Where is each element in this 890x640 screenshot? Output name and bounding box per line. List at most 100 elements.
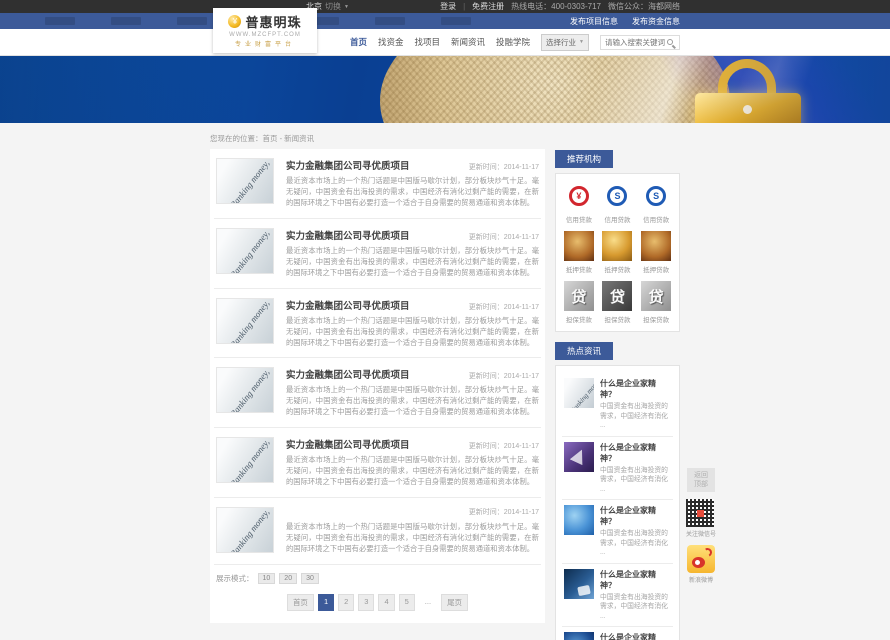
- news-thumbnail[interactable]: Banking money,: [216, 228, 274, 274]
- chevron-down-icon: ▼: [579, 39, 584, 45]
- news-thumbnail[interactable]: Banking money,: [216, 437, 274, 483]
- gold-coins-photo: [602, 231, 632, 261]
- hot-news-title-link[interactable]: 什么是企业家精神？: [600, 569, 671, 591]
- search-icon[interactable]: [667, 39, 673, 45]
- pagination-page-3[interactable]: 3: [358, 594, 374, 611]
- hot-news-title-link[interactable]: 什么是企业家精神？: [600, 378, 671, 400]
- search-input[interactable]: [605, 38, 667, 47]
- display-mode-label: 展示模式：: [216, 573, 254, 584]
- back-to-top-button[interactable]: 返回 顶部: [687, 468, 715, 492]
- news-thumbnail[interactable]: Banking money,: [216, 507, 274, 553]
- display-mode-30-button[interactable]: 30: [301, 573, 319, 584]
- org-item[interactable]: 贷 担保贷款: [639, 281, 673, 324]
- logo-slogan: 专业财富平台: [219, 39, 311, 48]
- news-item: Banking money, 实力金融集团公司寻优质项目 更新时间：2014-1…: [214, 358, 541, 428]
- city-switch-link[interactable]: 切换: [325, 1, 341, 12]
- hot-news-title-link[interactable]: 什么是企业家精神？: [600, 632, 671, 640]
- pagination-page-2[interactable]: 2: [338, 594, 354, 611]
- news-item: Banking money, 实力金融集团公司寻优质项目 更新时间：2014-1…: [214, 149, 541, 219]
- hot-news-thumbnail[interactable]: [564, 505, 594, 535]
- hot-news-thumbnail[interactable]: Banking money,: [564, 378, 594, 408]
- news-excerpt: 最近资本市场上的一个热门话题是中国版马歇尔计划，部分板块炒气十足。毫无疑问，中国…: [286, 385, 539, 418]
- org-caption: 担保贷款: [562, 314, 596, 324]
- weibo-signal-arc: [702, 547, 713, 558]
- org-item[interactable]: 抵押贷款: [601, 231, 635, 274]
- loan-character-image: 贷: [641, 281, 671, 311]
- qr-caption: 关注微信号: [686, 529, 716, 538]
- wechat-qr-code: [686, 499, 714, 527]
- news-title-link[interactable]: 实力金融集团公司寻优质项目: [286, 367, 410, 381]
- register-link[interactable]: 免费注册: [472, 1, 504, 12]
- pagination-page-5[interactable]: 5: [399, 594, 415, 611]
- news-title-link[interactable]: 实力金融集团公司寻优质项目: [286, 437, 410, 451]
- site-logo[interactable]: ¥ 普惠明珠 WWW.MZCFPT.COM 专业财富平台: [213, 8, 317, 53]
- bluebar-menu-chip[interactable]: [45, 17, 75, 25]
- loan-character-image: 贷: [602, 281, 632, 311]
- org-item[interactable]: ¥ 信用贷款: [562, 181, 596, 224]
- breadcrumb-home-link[interactable]: 首页: [263, 134, 278, 143]
- org-item[interactable]: 贷 担保贷款: [562, 281, 596, 324]
- news-date: 更新时间：2014-11-17: [469, 162, 539, 172]
- recommended-orgs-header: 推荐机构: [555, 150, 613, 168]
- bluebar-menu-chip[interactable]: [177, 17, 207, 25]
- pagination-page-4[interactable]: 4: [378, 594, 394, 611]
- publish-project-link[interactable]: 发布项目信息: [570, 16, 618, 27]
- industry-select[interactable]: 选择行业 ▼: [541, 34, 589, 51]
- org-item[interactable]: 抵押贷款: [639, 231, 673, 274]
- org-item[interactable]: 贷 担保贷款: [601, 281, 635, 324]
- news-title-link[interactable]: 实力金融集团公司寻优质项目: [286, 298, 410, 312]
- news-title-link[interactable]: 实力金融集团公司寻优质项目: [286, 158, 410, 172]
- hot-news-item: 什么是企业家精神？ 中国资金有出海投资的需求，中国经济有消化 ...: [562, 564, 673, 628]
- pagination-page-1[interactable]: 1: [318, 594, 334, 611]
- nav-item-find-funds[interactable]: 找资金: [378, 36, 404, 48]
- weibo-eye: [692, 557, 705, 568]
- org-item[interactable]: S 信用贷款: [639, 181, 673, 224]
- nav-item-find-projects[interactable]: 找项目: [415, 36, 441, 48]
- nav-item-academy[interactable]: 投融学院: [496, 36, 530, 48]
- news-thumbnail[interactable]: Banking money,: [216, 298, 274, 344]
- news-title-link[interactable]: 实力金融集团公司寻优质项目: [286, 228, 410, 242]
- display-mode-20-button[interactable]: 20: [279, 573, 297, 584]
- publish-fund-link[interactable]: 发布资金信息: [632, 16, 680, 27]
- org-caption: 抵押贷款: [639, 264, 673, 274]
- news-thumbnail[interactable]: Banking money,: [216, 367, 274, 413]
- bluebar-menu-chip[interactable]: [441, 17, 471, 25]
- nav-item-home[interactable]: 首页: [350, 36, 367, 48]
- news-excerpt: 最近资本市场上的一个热门话题是中国版马歇尔计划，部分板块炒气十足。毫无疑问，中国…: [286, 522, 539, 555]
- hot-news-item: 什么是企业家精神？ 中国资金有出海投资的需求，中国经济有消化 ...: [562, 437, 673, 501]
- main-nav: 首页 找资金 找项目 新闻资讯 投融学院 选择行业 ▼: [350, 34, 680, 51]
- divider: |: [463, 2, 465, 11]
- pagination-last-button[interactable]: 尾页: [441, 594, 468, 611]
- bluebar-menu-chip[interactable]: [375, 17, 405, 25]
- org-caption: 信用贷款: [639, 214, 673, 224]
- hot-news-title-link[interactable]: 什么是企业家精神？: [600, 505, 671, 527]
- news-excerpt: 最近资本市场上的一个热门话题是中国版马歇尔计划，部分板块炒气十足。毫无疑问，中国…: [286, 455, 539, 488]
- logo-title: 普惠明珠: [245, 12, 301, 31]
- thumbnail-caption: Banking money,: [228, 438, 271, 484]
- hot-news-item: 什么是企业家精神？ 中国资金有出海投资的需求，中国经济有消化 ...: [562, 500, 673, 564]
- nav-item-news[interactable]: 新闻资讯: [451, 36, 485, 48]
- wechat-account-text: 微信公众：海都网络: [608, 1, 680, 12]
- industry-select-value: 选择行业: [546, 37, 576, 48]
- login-link[interactable]: 登录: [440, 1, 456, 12]
- thumbnail-caption: Banking money,: [569, 378, 594, 408]
- bluebar-menu-chip[interactable]: [111, 17, 141, 25]
- org-item[interactable]: S 信用贷款: [601, 181, 635, 224]
- chevron-down-icon: ▼: [344, 4, 349, 10]
- hot-news-thumbnail[interactable]: [564, 442, 594, 472]
- hero-banner: [0, 56, 890, 123]
- weibo-icon[interactable]: [687, 545, 715, 573]
- pagination-first-button[interactable]: 首页: [287, 594, 314, 611]
- hot-news-thumbnail[interactable]: [564, 569, 594, 599]
- org-item[interactable]: 抵押贷款: [562, 231, 596, 274]
- hot-news-excerpt: 中国资金有出海投资的需求，中国经济有消化 ...: [600, 529, 671, 558]
- banknotes-photo: [641, 231, 671, 261]
- hot-news-title-link[interactable]: 什么是企业家精神？: [600, 442, 671, 464]
- gold-coin-icon: ¥: [228, 15, 241, 28]
- breadcrumb: 您现在的位置：首页 - 新闻资讯: [210, 123, 680, 144]
- thumbnail-caption: Banking money,: [228, 368, 271, 414]
- floating-widgets: 返回 顶部 关注微信号 新浪微博: [686, 468, 716, 584]
- news-thumbnail[interactable]: Banking money,: [216, 158, 274, 204]
- display-mode-10-button[interactable]: 10: [258, 573, 276, 584]
- hot-news-thumbnail[interactable]: [564, 632, 594, 640]
